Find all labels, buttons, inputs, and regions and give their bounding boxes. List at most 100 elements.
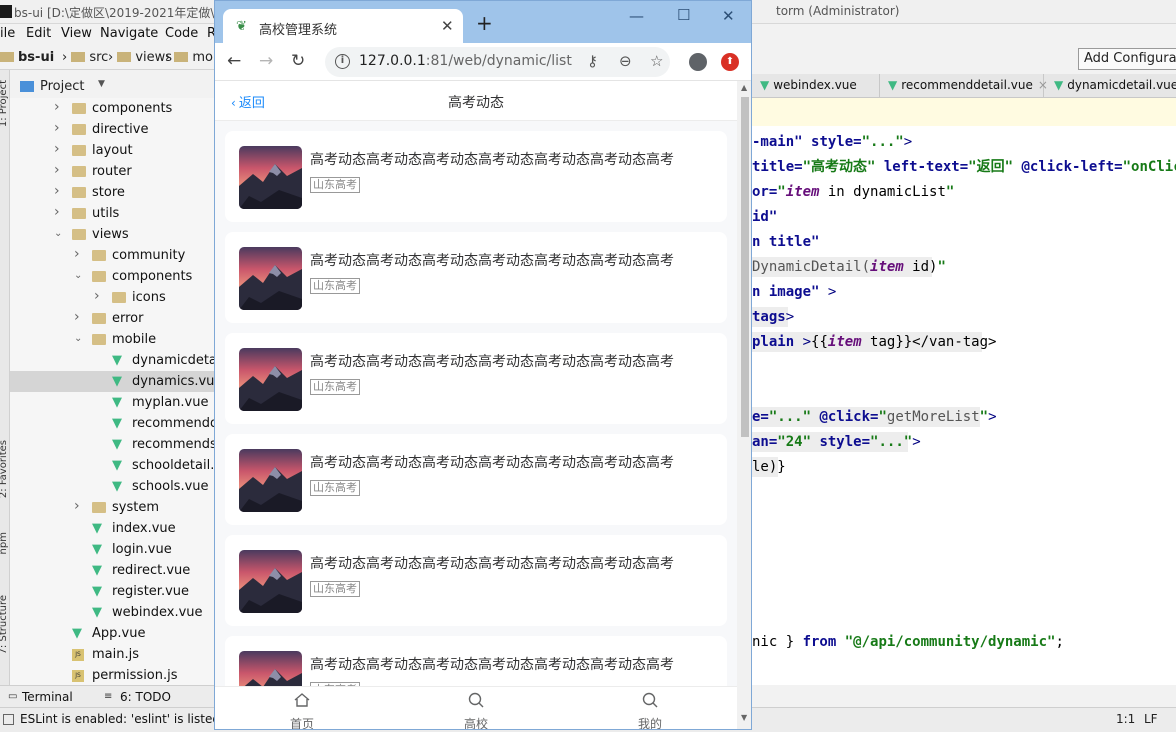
tree-item[interactable]: › directive	[10, 119, 214, 140]
project-label[interactable]: Project	[40, 79, 84, 94]
tabbar-item[interactable]: 高校	[389, 687, 563, 729]
tree-item[interactable]: › components	[10, 98, 214, 119]
tree-item[interactable]: › layout	[10, 140, 214, 161]
chevron-right-icon[interactable]: ›	[54, 99, 60, 115]
tabbar-item[interactable]: 我的	[563, 687, 737, 729]
chevron-right-icon[interactable]: ›	[54, 162, 60, 178]
zoom-icon[interactable]: ⊖	[619, 52, 632, 70]
tree-item[interactable]: ⌄ components	[10, 266, 214, 287]
tree-item[interactable]: › utils	[10, 203, 214, 224]
tree-item[interactable]: ▼ recommends.v	[10, 434, 214, 455]
tab-title: 高校管理系统	[259, 23, 338, 38]
menu-file[interactable]: ile	[0, 26, 15, 41]
tree-item[interactable]: › router	[10, 161, 214, 182]
close-window-icon[interactable]: ✕	[722, 7, 735, 25]
reload-icon[interactable]: ↻	[291, 51, 305, 71]
side-tab-project[interactable]: 1: Project	[0, 80, 9, 127]
chevron-right-icon[interactable]: ›	[74, 309, 80, 325]
bottom-tab-bar: 首页 高校 我的	[215, 686, 737, 729]
editor-tab-webindex[interactable]: ▼ webindex.vue	[760, 74, 880, 97]
list-item[interactable]: 高考动态高考动态高考动态高考动态高考动态高考动态高考山东高考	[225, 636, 727, 686]
nav-root[interactable]: bs-ui	[0, 50, 54, 65]
new-tab-button[interactable]: +	[476, 13, 493, 33]
forward-arrow-icon[interactable]: →	[259, 51, 273, 71]
tree-item[interactable]: › store	[10, 182, 214, 203]
tree-item[interactable]: ▼ index.vue	[10, 518, 214, 539]
list-item[interactable]: 高考动态高考动态高考动态高考动态高考动态高考动态高考山东高考	[225, 232, 727, 323]
chevron-down-icon[interactable]: ⌄	[74, 270, 82, 281]
url-text[interactable]: 127.0.0.1:81/web/dynamic/list	[359, 53, 572, 69]
close-tab-icon[interactable]: ✕	[441, 17, 454, 35]
todo-tab[interactable]: 6: TODO	[120, 690, 171, 704]
tree-item[interactable]: ▼ dynamicdetail.	[10, 350, 214, 371]
browser-tab[interactable]: ❦ 高校管理系统 ✕	[223, 9, 463, 43]
chevron-right-icon[interactable]: ›	[54, 183, 60, 199]
list-item[interactable]: 高考动态高考动态高考动态高考动态高考动态高考动态高考山东高考	[225, 535, 727, 626]
nav-src[interactable]: › src	[62, 50, 108, 65]
maximize-icon[interactable]: ☐	[677, 6, 690, 24]
tree-item[interactable]: JS permission.js	[10, 665, 214, 685]
tree-item[interactable]: › icons	[10, 287, 214, 308]
menu-code[interactable]: Code	[165, 26, 198, 41]
chevron-down-icon[interactable]: ▼	[98, 79, 105, 89]
tree-item[interactable]: ▼ schooldetail.vu	[10, 455, 214, 476]
scroll-up-icon[interactable]: ▲	[741, 83, 747, 92]
list-item[interactable]: 高考动态高考动态高考动态高考动态高考动态高考动态高考山东高考	[225, 333, 727, 424]
tree-item[interactable]: ▼ login.vue	[10, 539, 214, 560]
chevron-right-icon[interactable]: ›	[74, 498, 80, 514]
search-icon	[563, 691, 737, 712]
tree-item[interactable]: › error	[10, 308, 214, 329]
back-arrow-icon[interactable]: ←	[227, 51, 241, 71]
code-editor[interactable]: -main" style="..."> title="高考动态" left-te…	[752, 98, 1176, 685]
tree-item[interactable]: ▼ myplan.vue	[10, 392, 214, 413]
tree-item[interactable]: › system	[10, 497, 214, 518]
chevron-down-icon[interactable]: ⌄	[54, 228, 62, 239]
address-bar[interactable]: i 127.0.0.1:81/web/dynamic/list ⚷ ⊖ ☆	[325, 47, 670, 77]
bookmark-star-icon[interactable]: ☆	[650, 52, 663, 70]
list-item[interactable]: 高考动态高考动态高考动态高考动态高考动态高考动态高考山东高考	[225, 434, 727, 525]
scroll-down-icon[interactable]: ▼	[741, 713, 747, 722]
terminal-tab[interactable]: Terminal	[22, 690, 73, 704]
line-ending[interactable]: LF	[1144, 712, 1158, 726]
tree-item[interactable]: › community	[10, 245, 214, 266]
tree-item[interactable]: ▼ register.vue	[10, 581, 214, 602]
tabbar-item[interactable]: 首页	[215, 687, 389, 729]
side-tab-structure[interactable]: 7: Structure	[0, 595, 9, 654]
tree-item[interactable]: ⌄ views	[10, 224, 214, 245]
editor-tab-dynamicdetail[interactable]: ▼ dynamicdetail.vue	[1054, 74, 1176, 97]
tree-item[interactable]: ▼ redirect.vue	[10, 560, 214, 581]
extension-icon[interactable]: ⬆	[721, 53, 739, 71]
menu-view[interactable]: View	[61, 26, 92, 41]
cursor-position[interactable]: 1:1	[1116, 712, 1135, 726]
minimize-icon[interactable]: —	[629, 7, 644, 25]
side-tab-npm[interactable]: npm	[0, 532, 9, 554]
chevron-right-icon[interactable]: ›	[94, 288, 100, 304]
tree-item[interactable]: JS main.js	[10, 644, 214, 665]
nav-views[interactable]: › views	[108, 50, 172, 65]
account-icon[interactable]	[689, 53, 707, 71]
chevron-down-icon[interactable]: ⌄	[74, 333, 82, 344]
tree-item[interactable]: ▼ App.vue	[10, 623, 214, 644]
tree-item[interactable]: ▼ schools.vue	[10, 476, 214, 497]
editor-tab-recommenddetail[interactable]: ▼ recommenddetail.vue ×	[888, 74, 1048, 97]
page-scrollbar[interactable]: ▲ ▼	[737, 81, 751, 729]
key-icon[interactable]: ⚷	[587, 52, 598, 70]
side-tab-favorites[interactable]: 2: Favorites	[0, 440, 9, 498]
chevron-right-icon[interactable]: ›	[54, 204, 60, 220]
tree-item[interactable]: ⌄ mobile	[10, 329, 214, 350]
chevron-right-icon[interactable]: ›	[54, 141, 60, 157]
tree-item[interactable]: ▼ dynamics.vue	[10, 371, 214, 392]
chevron-right-icon[interactable]: ›	[54, 120, 60, 136]
js-file-icon: JS	[72, 649, 84, 661]
nav-mobile[interactable]: › mol	[165, 50, 217, 65]
info-icon[interactable]: i	[335, 54, 350, 69]
tree-item[interactable]: ▼ webindex.vue	[10, 602, 214, 623]
chevron-right-icon[interactable]: ›	[74, 246, 80, 262]
menu-edit[interactable]: Edit	[26, 26, 51, 41]
list-item[interactable]: 高考动态高考动态高考动态高考动态高考动态高考动态高考山东高考	[225, 131, 727, 222]
add-configuration-button[interactable]: Add Configurati	[1078, 48, 1176, 70]
tree-item[interactable]: ▼ recommendde	[10, 413, 214, 434]
scrollbar-thumb[interactable]	[741, 97, 749, 437]
menu-navigate[interactable]: Navigate	[100, 26, 158, 41]
close-icon[interactable]: ×	[1038, 78, 1048, 92]
